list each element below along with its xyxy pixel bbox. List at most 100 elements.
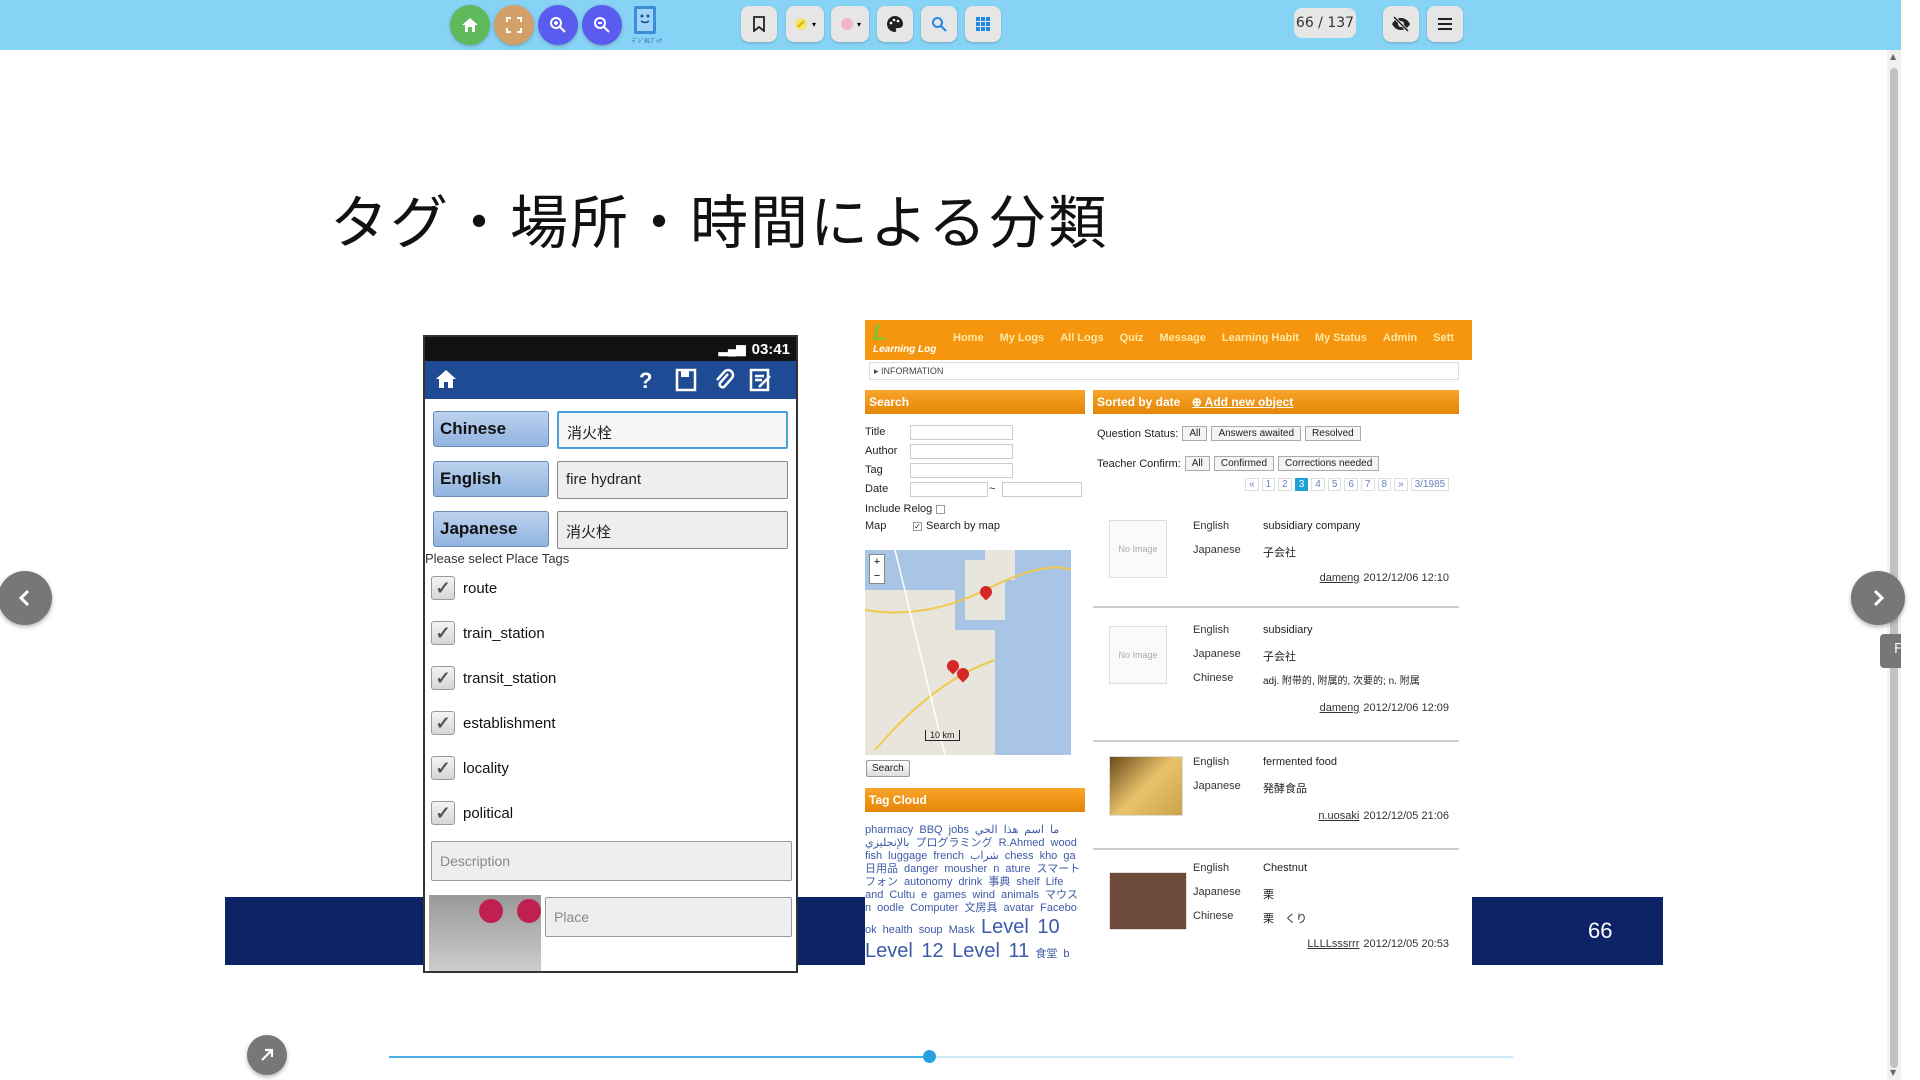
book-logo-caption: ﾃﾞｼﾞﾀﾙﾌﾞｯｸ [631,38,662,45]
place-tag-route[interactable]: ✓ route [431,573,497,603]
filter-option[interactable]: All [1184,456,1210,471]
menu-item[interactable]: All Logs [1060,332,1103,344]
japanese-word-field[interactable]: 消火栓 [557,511,788,549]
entry-user-link[interactable]: dameng [1320,572,1360,584]
place-tag-political[interactable]: ✓ political [431,798,513,828]
place-tag-locality[interactable]: ✓ locality [431,753,509,783]
fullscreen-button[interactable] [494,5,534,45]
menu-item[interactable]: Home [953,332,984,344]
pager-item[interactable]: 4 [1311,478,1325,491]
highlighter-button[interactable]: ▾ [786,6,824,42]
page-progress-knob[interactable] [922,1050,936,1063]
date-from-input[interactable] [910,482,988,497]
expand-button[interactable] [247,1035,287,1075]
zoom-in-button[interactable] [538,5,578,45]
scroll-up-icon[interactable]: ▲ [1890,52,1896,61]
search-button[interactable] [921,6,957,42]
pager-item[interactable]: « [1245,478,1259,491]
filter-option[interactable]: All [1182,426,1208,441]
home-button[interactable] [450,5,490,45]
breadcrumb[interactable]: ▸ INFORMATION [869,362,1459,380]
log-entry[interactable]: English fermented food Japanese 発酵食品 n.uos… [1093,744,1459,850]
pen-color-button[interactable]: ▾ [831,6,869,42]
checkbox-checked-icon[interactable]: ✓ [913,521,922,531]
place-tag-transit-station[interactable]: ✓ transit_station [431,663,556,693]
pager-item[interactable]: 8 [1377,478,1392,491]
palette-button[interactable] [877,6,913,42]
language-label[interactable]: English [433,461,549,497]
menu-item[interactable]: Learning Habit [1222,332,1299,344]
tag-input[interactable] [910,463,1013,478]
add-new-object-link[interactable]: ⊕ Add new object [1192,395,1294,409]
description-field[interactable]: Description [431,841,792,881]
filter-option[interactable]: Answers awaited [1211,426,1302,441]
author-input[interactable] [910,444,1013,459]
filter-option[interactable]: Resolved [1305,426,1361,441]
menu-item[interactable]: Admin [1383,332,1417,344]
title-input[interactable] [910,425,1013,440]
checkbox-checked-icon[interactable]: ✓ [431,756,455,780]
chevron-down-icon: ▾ [856,19,861,29]
menu-item[interactable]: My Logs [1000,332,1045,344]
menu-item[interactable]: Message [1159,332,1205,344]
previous-page-button[interactable] [0,571,52,625]
zoom-out-button[interactable] [582,5,622,45]
pager-item[interactable]: 2 [1278,478,1292,491]
pager-item[interactable]: 7 [1360,478,1375,491]
checkbox-checked-icon[interactable]: ✓ [431,576,455,600]
place-tag-train-station[interactable]: ✓ train_station [431,618,545,648]
pager-item[interactable]: 6 [1344,478,1358,491]
log-entry[interactable]: No Image English subsidiary Japanese 子会社 C… [1093,610,1459,742]
language-label[interactable]: Chinese [433,411,549,447]
pagination: «1 2 3 4 5 6 7 8» 3/1985 [1245,478,1450,491]
map-zoom-control[interactable]: + − [869,554,885,584]
checkbox-checked-icon[interactable]: ✓ [431,621,455,645]
log-entry[interactable]: English Chestnut Japanese 栗 Chinese 栗 くり LL… [1093,852,1459,970]
scrollbar-thumb[interactable] [1890,68,1898,1068]
scroll-down-icon[interactable]: ▼ [1890,1068,1896,1077]
entry-user-link[interactable]: LLLLsssrrr [1307,938,1359,950]
search-map[interactable]: + − 10 km [865,550,1071,755]
chinese-word-field[interactable]: 消火栓 [557,411,788,449]
checkbox-checked-icon[interactable]: ✓ [431,666,455,690]
entry-lang: English [1193,520,1230,532]
signal-icon: ▂▄▆ [718,342,746,356]
next-page-button[interactable] [1851,571,1905,625]
thumbnails-button[interactable] [965,6,1001,42]
filter-option[interactable]: Confirmed [1213,456,1275,471]
date-to-input[interactable] [1002,482,1082,497]
book-logo[interactable]: ﾃﾞｼﾞﾀﾙﾌﾞｯｸ [630,4,664,46]
pager-item[interactable]: 5 [1327,478,1342,491]
menu-button[interactable] [1427,6,1463,42]
checkbox-icon[interactable] [936,504,946,514]
pager-item[interactable]: 3/1985 [1410,478,1450,491]
page-counter[interactable]: 66 / 137 [1294,8,1356,38]
place-tag-establishment[interactable]: ✓ establishment [431,708,556,738]
entry-thumbnail: No Image [1109,626,1167,684]
vertical-scrollbar[interactable]: ▲ ▼ [1887,50,1901,1080]
log-entry[interactable]: No Image English subsidiary company Japan… [1093,502,1459,608]
language-label[interactable]: Japanese [433,511,549,547]
menu-item[interactable]: Sett [1433,332,1454,344]
side-panel-tab[interactable]: F [1880,634,1901,668]
menu-item[interactable]: My Status [1315,332,1367,344]
pager-item[interactable]: 1 [1261,478,1276,491]
checkbox-checked-icon[interactable]: ✓ [431,711,455,735]
entry-user-link[interactable]: n.uosaki [1318,810,1359,822]
pager-item[interactable]: 3 [1294,478,1309,491]
tag-cloud[interactable]: pharmacy BBQ jobs ما اسم هذا الحي بالإنج… [865,824,1085,972]
menu-item[interactable]: Quiz [1120,332,1144,344]
entry-meta: dameng 2012/12/06 12:10 [1319,572,1449,584]
checkbox-checked-icon[interactable]: ✓ [431,801,455,825]
entry-user-link[interactable]: dameng [1320,702,1360,714]
pager-item[interactable]: » [1394,478,1408,491]
search-submit-button[interactable]: Search [866,760,910,777]
english-word-field[interactable]: fire hydrant [557,461,788,499]
hide-toolbar-button[interactable] [1383,6,1419,42]
place-field[interactable]: Place [545,897,792,937]
include-relog-option[interactable]: Include Relog [865,503,946,515]
form-label: Map [865,520,887,532]
bookmark-button[interactable] [741,6,777,42]
search-by-map-option[interactable]: ✓ Search by map [913,520,1000,532]
filter-option[interactable]: Corrections needed [1278,456,1380,471]
